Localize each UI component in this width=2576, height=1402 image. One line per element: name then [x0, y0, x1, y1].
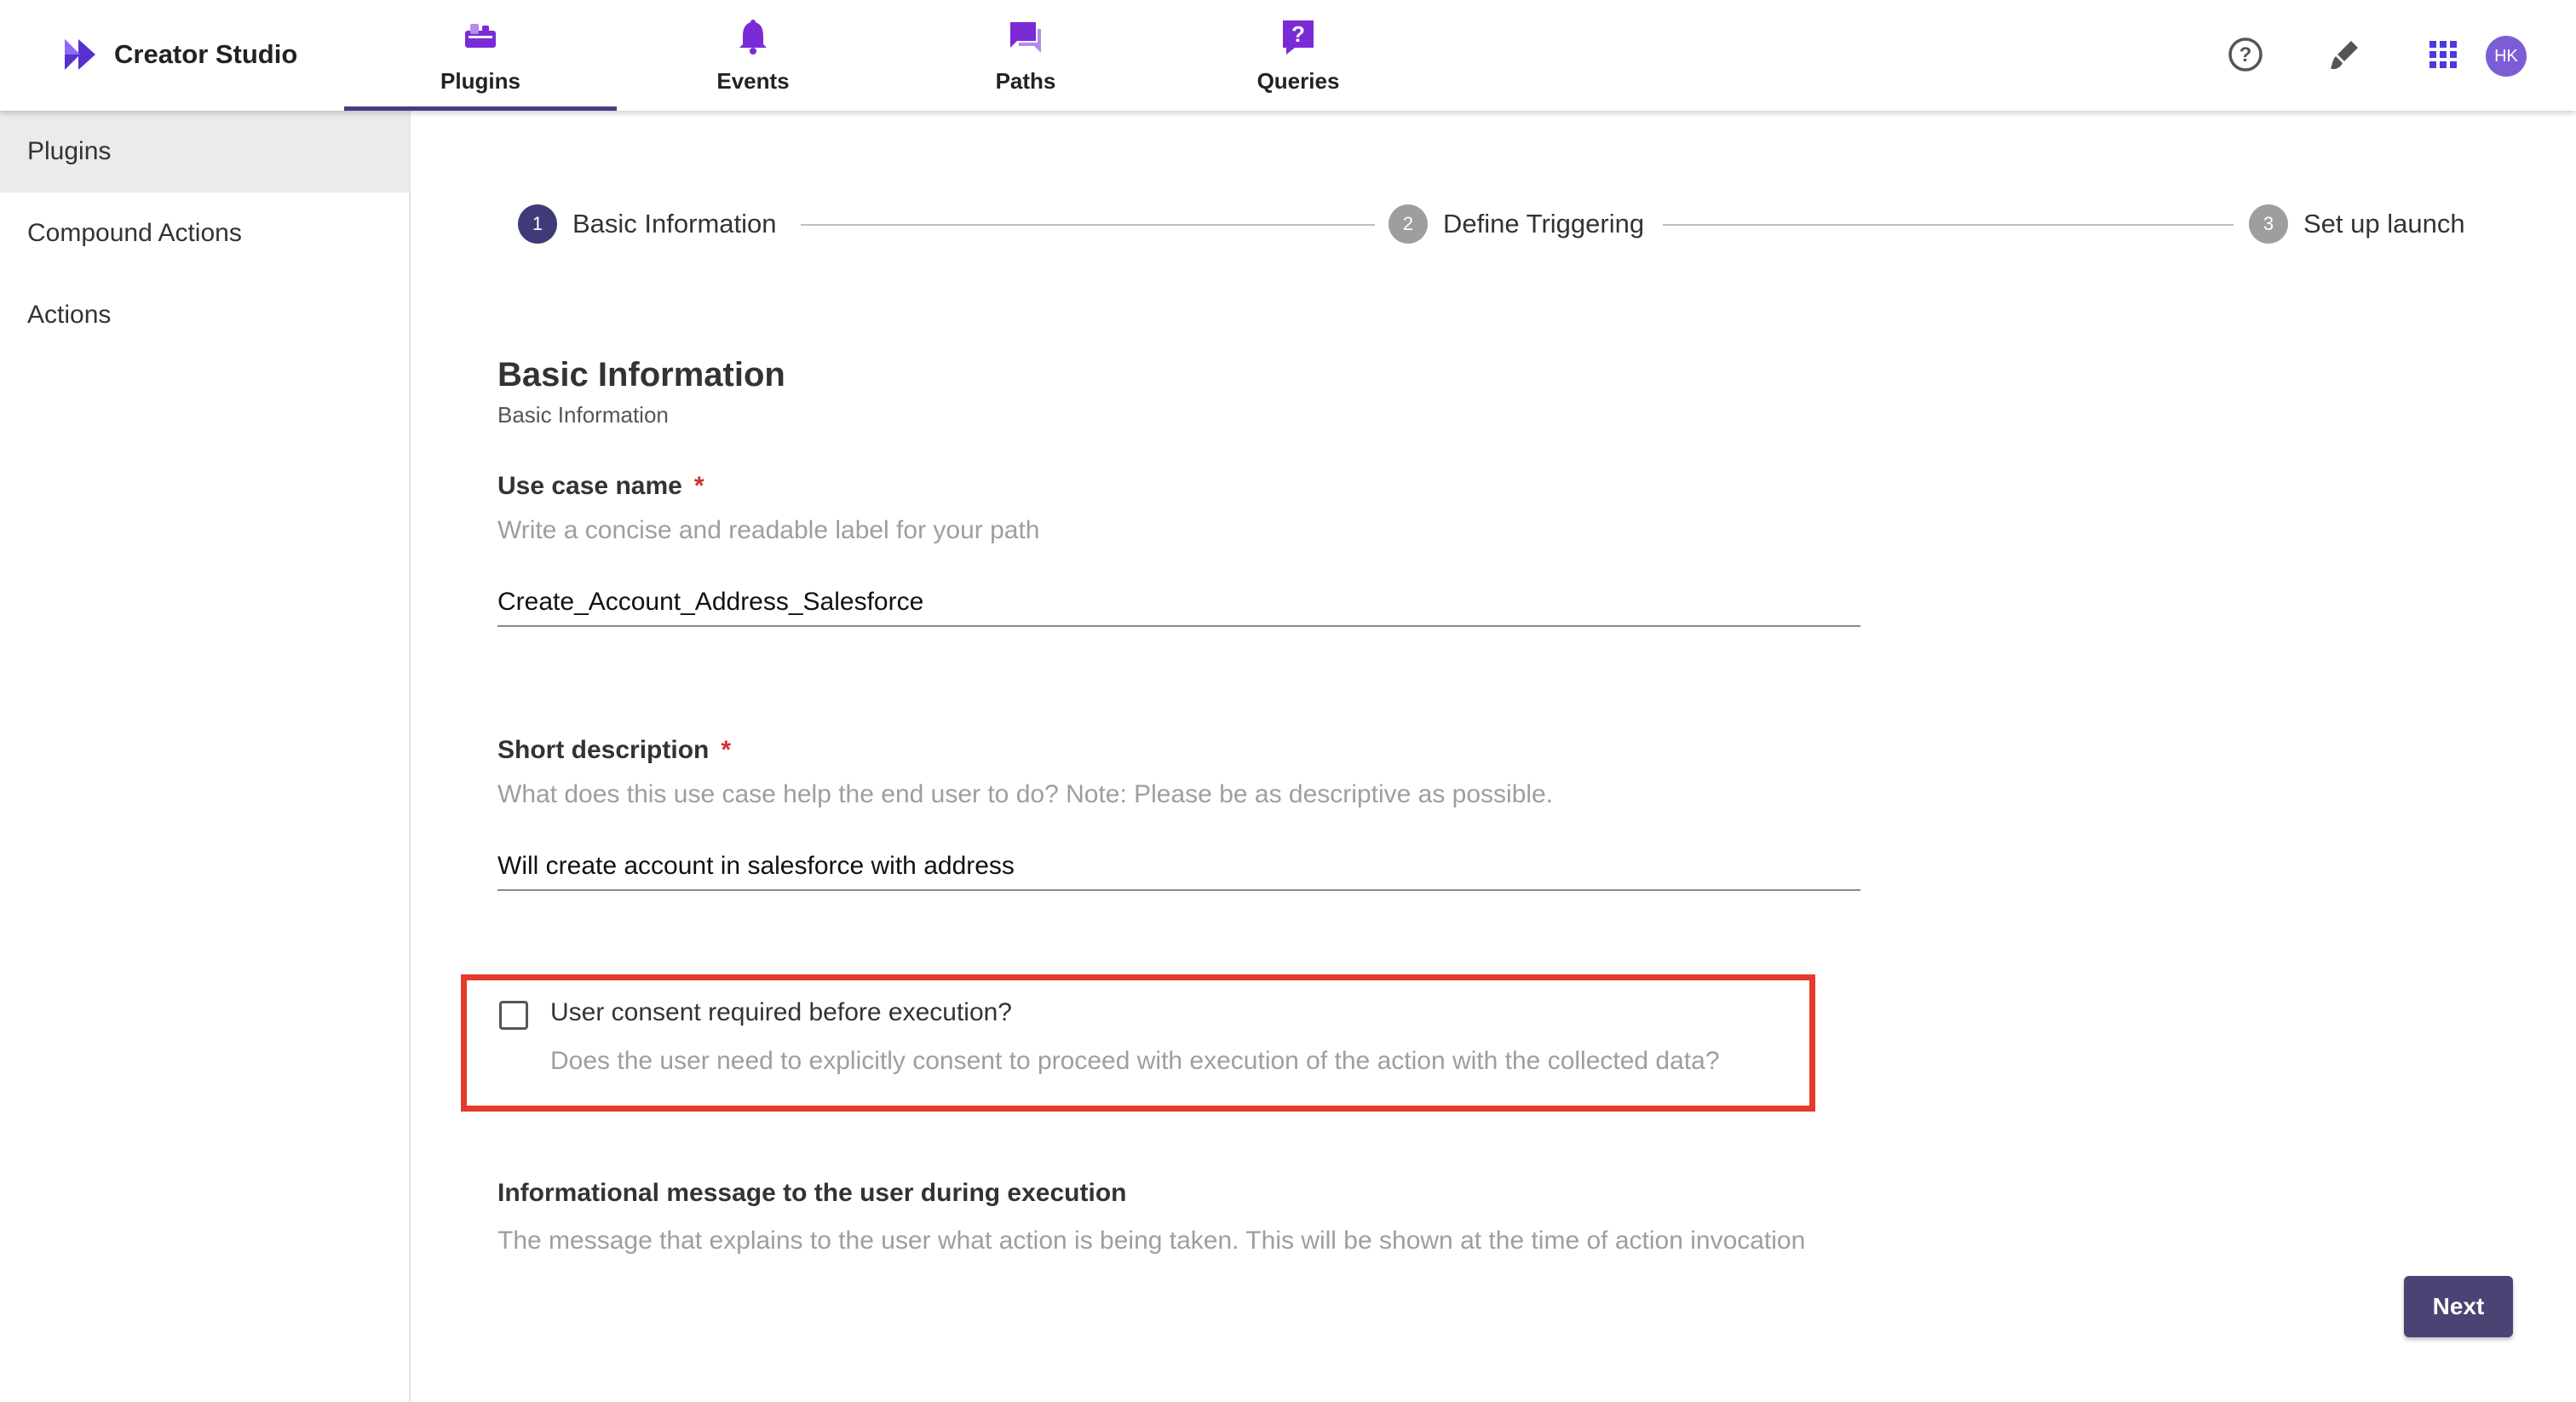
field-label-text: Use case name	[497, 472, 682, 500]
svg-text:?: ?	[1291, 21, 1305, 47]
sidebar-item-label: Actions	[27, 301, 112, 329]
short-description-input[interactable]	[497, 843, 1860, 891]
tab-events[interactable]: Events	[617, 0, 889, 111]
step-connector	[1663, 224, 2234, 226]
brand[interactable]: Creator Studio	[61, 34, 297, 75]
next-button[interactable]: Next	[2404, 1276, 2513, 1337]
tab-label: Paths	[995, 68, 1056, 94]
consent-highlight-box	[461, 974, 1815, 1112]
sidebar-item-plugins[interactable]: Plugins	[0, 111, 409, 192]
tab-label: Events	[716, 68, 790, 94]
svg-text:?: ?	[2240, 43, 2252, 66]
brush-button[interactable]	[2322, 32, 2366, 77]
brush-icon	[2331, 41, 2358, 70]
sidebar: Plugins Compound Actions Actions	[0, 111, 411, 1402]
sidebar-item-compound-actions[interactable]: Compound Actions	[0, 192, 409, 274]
tab-plugins[interactable]: Plugins	[344, 0, 617, 111]
field-label-text: Short description	[497, 736, 710, 764]
app-title: Creator Studio	[114, 39, 298, 69]
step-label: Define Triggering	[1443, 209, 1645, 238]
use-case-name-label: Use case name *	[497, 472, 704, 501]
chat-icon	[1010, 22, 1041, 53]
info-message-label: Informational message to the user during…	[497, 1179, 1127, 1207]
section-subtitle: Basic Information	[497, 402, 669, 428]
required-mark: *	[721, 736, 732, 764]
tab-paths[interactable]: Paths	[889, 0, 1162, 111]
section-title: Basic Information	[497, 356, 785, 394]
help-button[interactable]: ?	[2223, 32, 2268, 77]
use-case-name-help: Write a concise and readable label for y…	[497, 516, 1040, 544]
step-number: 1	[518, 204, 557, 244]
question-chat-icon: ?	[1283, 20, 1314, 55]
tab-label: Queries	[1256, 68, 1340, 94]
use-case-name-input[interactable]	[497, 579, 1860, 627]
consent-help: Does the user need to explicitly consent…	[550, 1047, 1720, 1075]
step-number: 2	[1389, 204, 1428, 244]
avatar[interactable]: HK	[2486, 36, 2527, 77]
plugins-icon	[465, 24, 496, 48]
sidebar-item-actions[interactable]: Actions	[0, 274, 409, 356]
tab-queries[interactable]: ? Queries	[1162, 0, 1435, 111]
help-icon: ?	[2228, 37, 2263, 72]
step-number: 3	[2249, 204, 2288, 244]
required-mark: *	[693, 472, 704, 500]
top-bar: Creator Studio Plugins Events Paths ? Qu…	[0, 0, 2576, 111]
short-description-label: Short description *	[497, 736, 731, 765]
step-label: Set up launch	[2303, 209, 2465, 238]
sidebar-item-label: Compound Actions	[27, 219, 242, 247]
step-label: Basic Information	[572, 209, 777, 238]
apps-grid-icon	[2429, 41, 2457, 68]
creator-studio-logo-icon	[65, 39, 95, 70]
short-description-help: What does this use case help the end use…	[497, 780, 1554, 808]
step-basic-information[interactable]: 1 Basic Information	[518, 204, 777, 244]
consent-checkbox[interactable]	[499, 1001, 528, 1030]
step-connector	[801, 224, 1375, 226]
apps-button[interactable]	[2421, 32, 2465, 77]
tab-label: Plugins	[440, 68, 520, 94]
info-message-help: The message that explains to the user wh…	[497, 1227, 1806, 1255]
consent-label: User consent required before execution?	[550, 998, 1012, 1026]
bell-icon	[739, 20, 767, 55]
sidebar-item-label: Plugins	[27, 137, 112, 165]
step-define-triggering[interactable]: 2 Define Triggering	[1389, 204, 1644, 244]
step-set-up-launch[interactable]: 3 Set up launch	[2249, 204, 2465, 244]
